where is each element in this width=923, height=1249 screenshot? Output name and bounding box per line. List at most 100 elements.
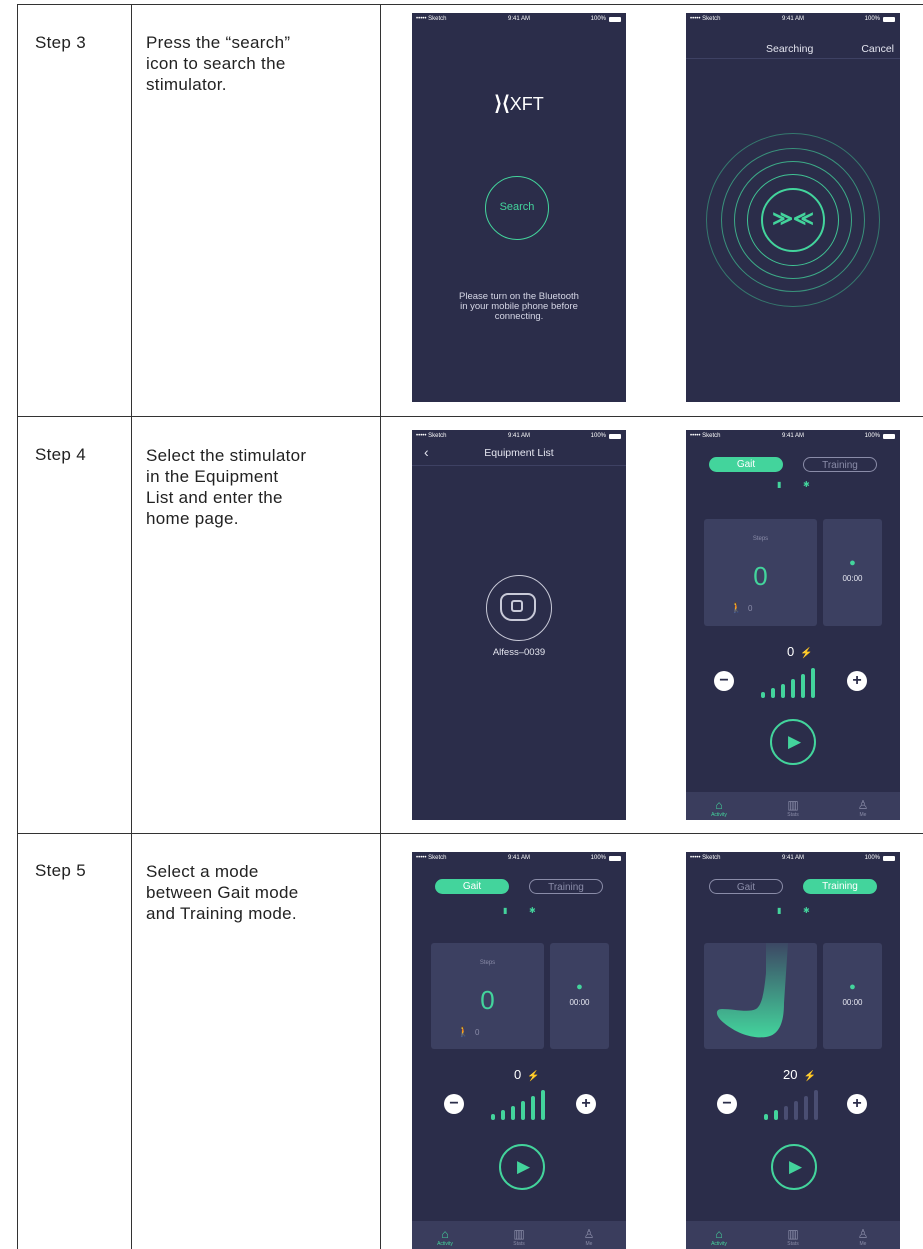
walk-icon: 🚶: [457, 1027, 470, 1038]
increase-button[interactable]: +: [847, 1094, 867, 1114]
battery-icon: ▮: [777, 480, 782, 489]
table-border-top: [17, 4, 923, 5]
step-3-label: Step 3: [35, 33, 86, 52]
step-5-label: Step 5: [35, 861, 86, 880]
status-bar: ••••• Sketch 9:41 AM 100%: [412, 15, 626, 25]
intensity-bars: [761, 668, 831, 698]
phone-searching-screen: ••••• Sketch 9:41 AM 100% Searching Cancel…: [686, 13, 900, 402]
device-item[interactable]: [486, 575, 552, 641]
lightning-icon: ⚡: [527, 1071, 540, 1082]
tab-training[interactable]: Training: [803, 457, 877, 472]
intensity-bars: [491, 1090, 561, 1120]
decrease-button[interactable]: −: [444, 1094, 464, 1114]
step-4-label: Step 4: [35, 445, 86, 464]
timer-card: ● 00:00: [823, 519, 882, 626]
table-divider-row2: [17, 833, 923, 834]
walk-icon: 🚶: [730, 603, 743, 614]
intensity-value: 0 ⚡: [787, 644, 813, 659]
decrease-button[interactable]: −: [717, 1094, 737, 1114]
table-divider-row1: [17, 416, 923, 417]
clock-icon: ●: [849, 981, 856, 993]
step-4-description: Select the stimulator in the Equipment Lis…: [146, 446, 307, 528]
status-bar: ••••• Sketch 9:41 AM 100%: [412, 432, 626, 442]
bottom-nav: ⌂ Activity ▥ Stats ♙ Me: [412, 1221, 626, 1249]
nav-me[interactable]: ♙ Me: [843, 1227, 883, 1248]
search-button[interactable]: Search: [485, 176, 549, 240]
table-border-left: [17, 4, 18, 1249]
phone-home-gait: ••••• Sketch 9:41 AM 100% Gait Training ▮ …: [686, 430, 900, 820]
table-divider-col2: [380, 4, 381, 1249]
tab-gait[interactable]: Gait: [435, 879, 509, 894]
decrease-button[interactable]: −: [714, 671, 734, 691]
increase-button[interactable]: +: [576, 1094, 596, 1114]
nav-activity[interactable]: ⌂ Activity: [425, 1227, 465, 1248]
stats-icon: ▥: [513, 1227, 525, 1241]
bottom-nav: ⌂ Activity ▥ Stats ♙ Me: [686, 1221, 900, 1249]
steps-value: 0: [480, 985, 495, 1015]
bottom-nav: ⌂ Activity ▥ Stats ♙ Me: [686, 792, 900, 820]
step-5-description: Select a mode between Gait mode and Traini…: [146, 862, 299, 923]
table-divider-col1: [131, 4, 132, 1249]
nav-me[interactable]: ♙ Me: [843, 798, 883, 819]
bluetooth-icon: ✱: [803, 906, 810, 915]
device-link-icon: ≫≪: [772, 208, 814, 230]
play-button[interactable]: ▶: [771, 1144, 817, 1190]
play-icon: ▶: [788, 1157, 803, 1176]
stimulator-icon: [500, 593, 536, 621]
steps-value: 0: [753, 561, 768, 591]
clock-icon: ●: [576, 981, 583, 993]
bluetooth-icon: ✱: [529, 906, 536, 915]
lightning-icon: ⚡: [803, 1071, 816, 1082]
nav-stats[interactable]: ▥ Stats: [773, 1227, 813, 1248]
home-icon: ⌂: [715, 798, 723, 812]
phone-equipment-list: ••••• Sketch 9:41 AM 100% ‹ Equipment List…: [412, 430, 626, 820]
nav-activity[interactable]: ⌂ Activity: [699, 1227, 739, 1248]
timer-card: ● 00:00: [823, 943, 882, 1049]
steps-card: Steps 0 🚶 0: [431, 943, 544, 1049]
play-button[interactable]: ▶: [770, 719, 816, 765]
radar-ring-1: ≫≪: [761, 188, 825, 252]
tab-training[interactable]: Training: [803, 879, 877, 894]
nav-activity[interactable]: ⌂ Activity: [699, 798, 739, 819]
play-icon: ▶: [516, 1157, 531, 1176]
clock-icon: ●: [849, 557, 856, 569]
stats-icon: ▥: [787, 1227, 799, 1241]
phone-mode-gait: ••••• Sketch 9:41 AM 100% Gait Training ▮ …: [412, 852, 626, 1249]
nav-stats[interactable]: ▥ Stats: [499, 1227, 539, 1248]
device-name[interactable]: Alfess–0039: [412, 647, 626, 658]
phone-mode-training: ••••• Sketch 9:41 AM 100% Gait Training ▮ …: [686, 852, 900, 1249]
home-icon: ⌂: [715, 1227, 723, 1241]
nav-stats[interactable]: ▥ Stats: [773, 798, 813, 819]
logo-mark-icon: ⟩⟨: [494, 93, 510, 115]
bluetooth-message: Please turn on the Bluetooth in your mobi…: [459, 291, 579, 322]
intensity-bars: [764, 1090, 834, 1120]
tab-gait[interactable]: Gait: [709, 879, 783, 894]
timer-card: ● 00:00: [550, 943, 609, 1049]
increase-button[interactable]: +: [847, 671, 867, 691]
header-divider: [686, 58, 900, 59]
tab-gait[interactable]: Gait: [709, 457, 783, 472]
status-bar: ••••• Sketch 9:41 AM 100%: [686, 854, 900, 864]
user-icon: ♙: [857, 798, 869, 812]
play-button[interactable]: ▶: [499, 1144, 545, 1190]
intensity-value: 20 ⚡: [783, 1067, 816, 1082]
phone-search-screen: ••••• Sketch 9:41 AM 100% ⟩⟨XFT Search Ple…: [412, 13, 626, 402]
equipment-list-title: Equipment List: [484, 447, 554, 459]
bluetooth-icon: ✱: [803, 480, 810, 489]
status-bar: ••••• Sketch 9:41 AM 100%: [412, 854, 626, 864]
cancel-button[interactable]: Cancel: [861, 43, 894, 55]
nav-me[interactable]: ♙ Me: [569, 1227, 609, 1248]
home-icon: ⌂: [441, 1227, 449, 1241]
status-bar: ••••• Sketch 9:41 AM 100%: [686, 15, 900, 25]
foot-illustration: [716, 943, 788, 1038]
user-icon: ♙: [857, 1227, 869, 1241]
play-icon: ▶: [787, 732, 802, 751]
user-icon: ♙: [583, 1227, 595, 1241]
status-bar: ••••• Sketch 9:41 AM 100%: [686, 432, 900, 442]
foot-card: [704, 943, 817, 1049]
stats-icon: ▥: [787, 798, 799, 812]
battery-icon: ▮: [503, 906, 508, 915]
tab-training[interactable]: Training: [529, 879, 603, 894]
step-3-description: Press the “search” icon to search the stim…: [146, 33, 291, 94]
lightning-icon: ⚡: [800, 648, 813, 659]
